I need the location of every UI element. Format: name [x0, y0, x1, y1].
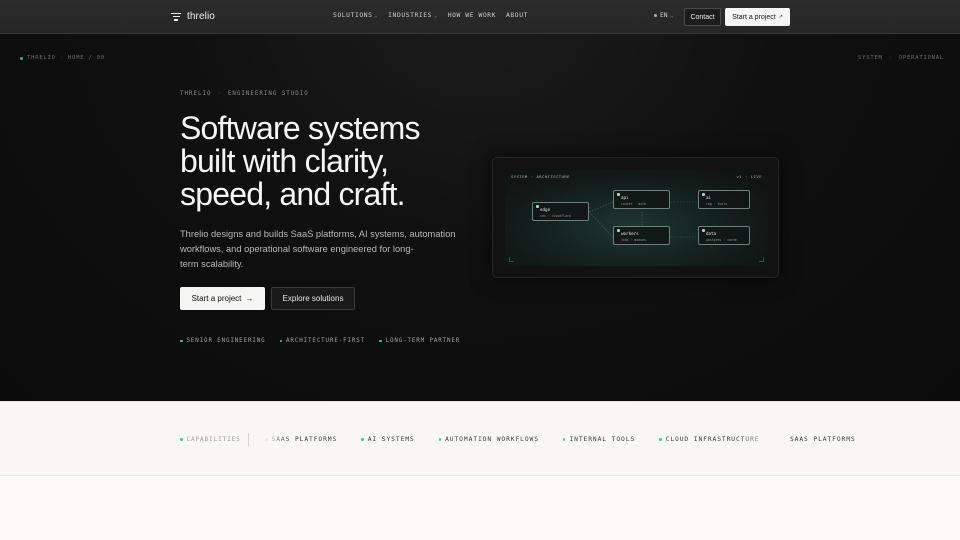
- bullet-dot-icon: [361, 438, 364, 441]
- node-dot-icon: [617, 229, 620, 232]
- breadcrumb-path: HOME / 00: [67, 55, 105, 61]
- hero-headline: Software systems built with clarity, spe…: [180, 112, 480, 211]
- system-status: SYSTEM · OPERATIONAL: [858, 55, 944, 61]
- breadcrumb-brand: THRELIO: [27, 55, 56, 61]
- hero-eyebrow: THRELIO · ENGINEERING STUDIO: [180, 91, 309, 97]
- marquee-fade-right: [738, 428, 788, 452]
- eyebrow-brand: THRELIO: [180, 91, 212, 97]
- node-subtitle: rag · tools: [706, 202, 728, 206]
- node-title: data: [706, 231, 717, 236]
- headline-line: Software systems: [180, 110, 421, 146]
- brand-logo[interactable]: threlio: [171, 11, 215, 22]
- status-dot-icon: [20, 56, 23, 60]
- node-dot-icon: [617, 193, 620, 196]
- capability-item: AI SYSTEMS: [361, 436, 414, 443]
- diagram-node-edge: edge cdn · cloudflare: [532, 202, 589, 221]
- node-dot-icon: [702, 229, 705, 232]
- capability-item: SAAS PLATFORMS: [783, 436, 855, 443]
- brand-name: threlio: [187, 11, 215, 22]
- capabilities-strip: CAPABILITIES SAAS PLATFORMS AI SYSTEMS A…: [0, 401, 960, 476]
- headline-line: speed, and craft.: [180, 176, 406, 212]
- diagram-node-ai: ai rag · tools: [698, 190, 750, 209]
- breadcrumb: THRELIO · HOME / 00: [20, 55, 105, 61]
- node-subtitle: postgres · cache: [706, 238, 737, 242]
- menu-item-industries[interactable]: INDUSTRIES ⌄: [388, 12, 438, 19]
- subtitle-line: workflows, and operational software engi…: [180, 243, 414, 254]
- logo-bars-icon: [171, 12, 181, 21]
- status-value: OPERATIONAL: [898, 55, 945, 61]
- capability-item: INTERNAL TOOLS: [562, 436, 635, 443]
- main-menu: SOLUTIONS ⌄ INDUSTRIES ⌄ HOW WE WORK ABOUT: [333, 12, 528, 19]
- badge-long-term-partner: LONG-TERM PARTNER: [379, 338, 460, 344]
- explore-solutions-button[interactable]: Explore solutions: [271, 287, 355, 310]
- node-subtitle: router · auth: [621, 202, 646, 206]
- menu-item-solutions[interactable]: SOLUTIONS ⌄: [333, 12, 378, 19]
- start-project-nav-button[interactable]: Start a project ↗: [725, 8, 790, 26]
- menu-item-how-we-work[interactable]: HOW WE WORK: [448, 12, 496, 19]
- node-title: edge: [540, 207, 551, 212]
- eyebrow-text: ENGINEERING STUDIO: [227, 91, 309, 97]
- bullet-dot-icon: [379, 339, 382, 343]
- arrow-right-icon: →: [245, 294, 254, 303]
- capability-item: AUTOMATION WORKFLOWS: [438, 436, 539, 443]
- architecture-diagram-card: SYSTEM · ARCHITECTURE v1 · LIVE edge cdn…: [492, 157, 779, 278]
- node-title: workers: [621, 231, 639, 236]
- bullet-dot-icon: [180, 339, 183, 343]
- chevron-down-icon: ⌄: [670, 12, 674, 19]
- corner-mark: [509, 257, 514, 262]
- bullet-dot-icon: [659, 438, 662, 441]
- diagram-node-data: data postgres · cache: [698, 226, 750, 245]
- subtitle-line: Threlio designs and builds SaaS platform…: [180, 229, 456, 239]
- badge-senior-engineering: SENIOR ENGINEERING: [180, 338, 266, 344]
- start-project-label: Start a project: [732, 13, 776, 21]
- status-dot-icon: [654, 14, 657, 17]
- language-label: EN: [660, 12, 668, 19]
- status-separator: ·: [888, 55, 893, 61]
- diagram-node-api: api router · auth: [613, 190, 670, 209]
- breadcrumb-separator: ·: [59, 55, 64, 61]
- eyebrow-separator: ·: [217, 91, 222, 97]
- marquee-fade-left: [250, 428, 290, 452]
- bullet-dot-icon: [180, 438, 183, 441]
- start-project-button[interactable]: Start a project →: [180, 287, 265, 310]
- node-subtitle: cdn · cloudflare: [540, 214, 571, 218]
- menu-item-about[interactable]: ABOUT: [506, 12, 528, 19]
- bullet-dot-icon: [438, 438, 442, 441]
- architecture-diagram: SYSTEM · ARCHITECTURE v1 · LIVE edge cdn…: [505, 170, 768, 266]
- node-dot-icon: [702, 193, 705, 196]
- hero-section: threlio SOLUTIONS ⌄ INDUSTRIES ⌄ HOW WE WO…: [0, 0, 960, 401]
- chevron-down-icon: ⌄: [434, 12, 438, 19]
- contact-button[interactable]: Contact: [684, 8, 721, 26]
- arrow-up-right-icon: ↗: [778, 14, 783, 20]
- next-section: [0, 476, 960, 540]
- capabilities-label: CAPABILITIES: [180, 436, 241, 443]
- subtitle-line: term scalability.: [180, 258, 244, 269]
- badge-architecture-first: ARCHITECTURE-FIRST: [279, 338, 366, 344]
- status-label: SYSTEM: [858, 55, 883, 61]
- hero-badges: SENIOR ENGINEERING ARCHITECTURE-FIRST LO…: [180, 338, 460, 344]
- bullet-dot-icon: [279, 339, 283, 343]
- node-title: ai: [706, 195, 712, 200]
- bullet-dot-icon: [562, 438, 566, 441]
- capabilities-label-text: CAPABILITIES: [186, 436, 241, 443]
- language-selector[interactable]: EN ⌄: [654, 12, 674, 19]
- hero-subtitle: Threlio designs and builds SaaS platform…: [180, 227, 456, 271]
- corner-mark: [759, 257, 764, 262]
- headline-line: built with clarity,: [180, 143, 389, 179]
- start-project-button-label: Start a project: [191, 294, 242, 303]
- chevron-down-icon: ⌄: [374, 12, 379, 19]
- top-navigation: threlio SOLUTIONS ⌄ INDUSTRIES ⌄ HOW WE WO…: [0, 0, 960, 34]
- node-subtitle: jobs · queues: [621, 238, 646, 242]
- divider: [248, 433, 249, 446]
- node-title: api: [621, 195, 629, 200]
- node-dot-icon: [536, 205, 539, 208]
- diagram-node-workers: workers jobs · queues: [613, 226, 670, 245]
